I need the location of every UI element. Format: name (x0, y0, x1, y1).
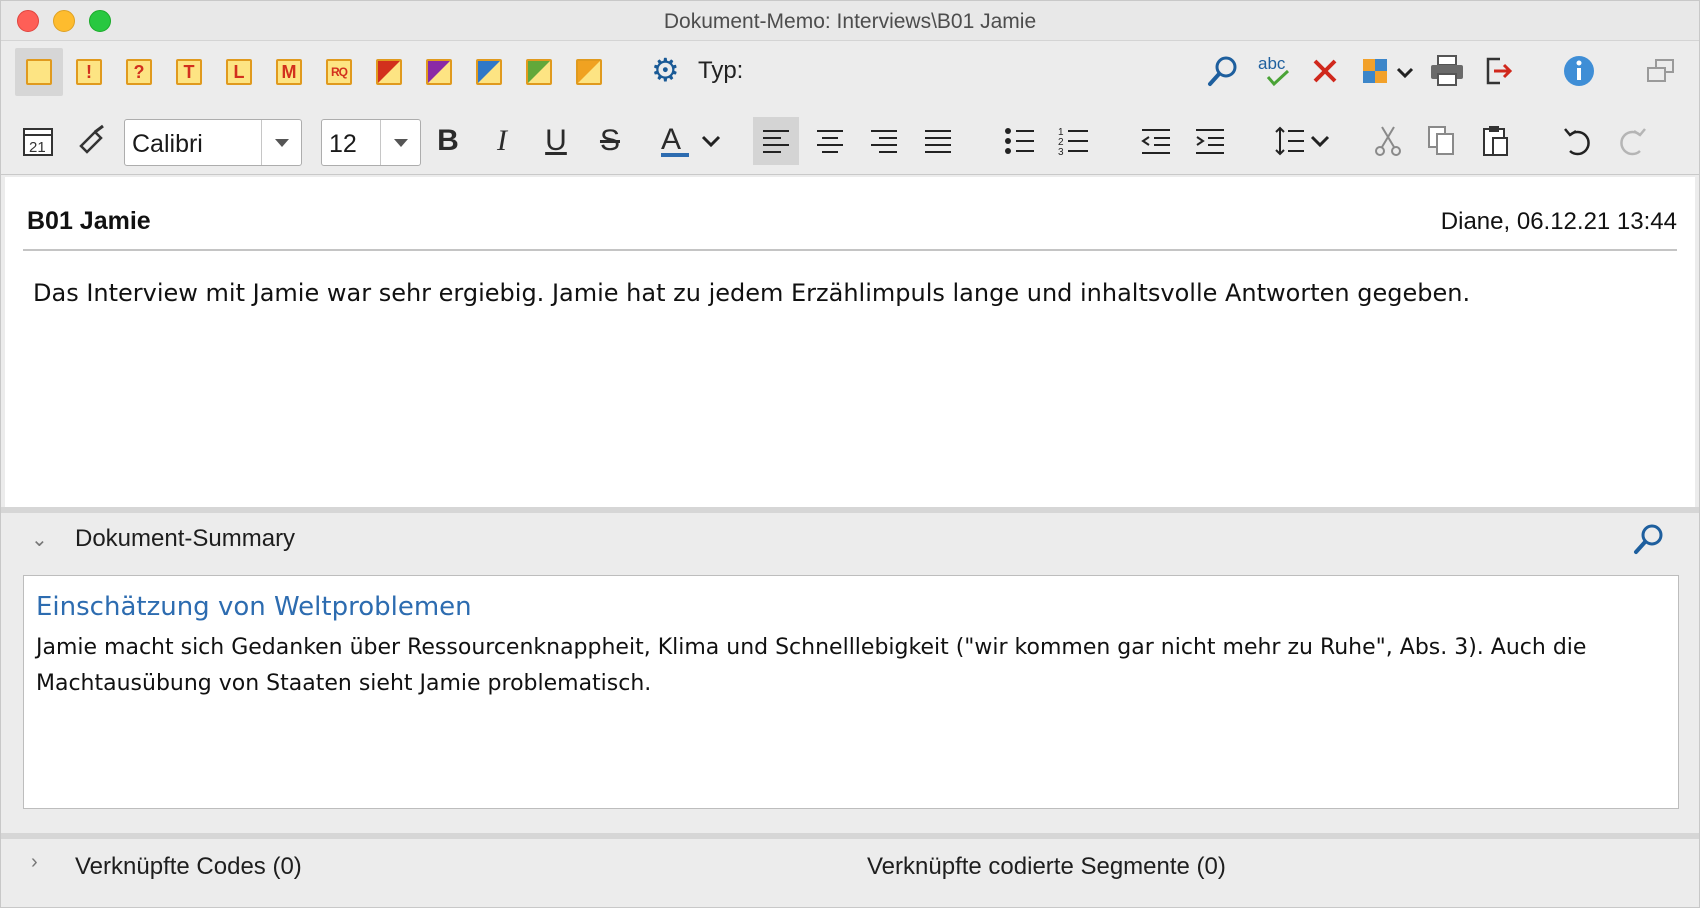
summary-heading: Einschätzung von Weltproblemen (36, 592, 472, 622)
memo-red-icon (376, 59, 402, 85)
memo-type-toolbar: ! ? T L M RQ ⚙ Typ: abc (1, 41, 1699, 101)
chevron-down-icon[interactable] (380, 120, 420, 165)
summary-content[interactable]: Einschätzung von Weltproblemen Jamie mac… (23, 575, 1679, 809)
memo-body-text[interactable]: Das Interview mit Jamie war sehr ergiebi… (33, 279, 1675, 307)
search-icon[interactable] (1203, 51, 1243, 91)
linked-segments-label[interactable]: Verknüpfte codierte Segmente (0) (867, 853, 1226, 881)
svg-text:3: 3 (1058, 147, 1064, 157)
memo-method-icon: M (276, 59, 302, 85)
svg-text:21: 21 (29, 139, 46, 156)
chevron-right-icon[interactable]: › (31, 851, 38, 874)
memo-type-red-button[interactable] (365, 48, 413, 96)
undo-icon[interactable] (1555, 117, 1601, 165)
bold-button[interactable]: B (425, 117, 471, 165)
calendar-icon[interactable]: 21 (15, 117, 61, 165)
memo-question-icon: ? (126, 59, 152, 85)
chevron-down-icon[interactable]: ⌄ (31, 527, 48, 552)
align-center-button[interactable] (807, 117, 853, 165)
memo-type-method-button[interactable]: M (265, 48, 313, 96)
svg-text:A: A (661, 123, 681, 156)
font-size-value: 12 (329, 130, 357, 158)
window-title: Dokument-Memo: Interviews\B01 Jamie (663, 10, 1037, 33)
indent-button[interactable] (1187, 117, 1233, 165)
summary-text: Jamie macht sich Gedanken über Ressource… (36, 635, 1587, 696)
summary-section-title[interactable]: Dokument-Summary (75, 525, 295, 553)
memo-author-date: Diane, 06.12.21 13:44 (1440, 208, 1677, 235)
strikethrough-button[interactable]: S (587, 117, 633, 165)
title-bar: Dokument-Memo: Interviews\B01 Jamie (1, 1, 1699, 41)
align-left-button[interactable] (753, 117, 799, 165)
font-size-select[interactable]: 12 (321, 119, 421, 166)
memo-orange-icon (576, 59, 602, 85)
memo-type-exclamation-button[interactable]: ! (65, 48, 113, 96)
linked-codes-label[interactable]: Verknüpfte Codes (0) (75, 853, 302, 881)
memo-standard-icon (26, 59, 52, 85)
memo-window: Dokument-Memo: Interviews\B01 Jamie ! ? … (0, 0, 1700, 908)
summary-header: ⌄ Dokument-Summary (1, 513, 1699, 563)
align-right-button[interactable] (861, 117, 907, 165)
memo-type-standard-button[interactable] (15, 48, 63, 96)
memo-title[interactable]: B01 Jamie (27, 207, 151, 236)
window-mode-icon[interactable] (1641, 51, 1681, 91)
memo-type-literature-button[interactable]: L (215, 48, 263, 96)
font-family-value: Calibri (132, 130, 203, 158)
memo-blue-icon (476, 59, 502, 85)
memo-theory-icon: T (176, 59, 202, 85)
format-toolbar: 21 Calibri 12 B I U S A 1 2 3 (1, 109, 1699, 175)
memo-literature-icon: L (226, 59, 252, 85)
bullet-list-button[interactable] (997, 117, 1043, 165)
memo-purple-icon (426, 59, 452, 85)
memo-type-orange-button[interactable] (565, 48, 613, 96)
memo-type-question-button[interactable]: ? (115, 48, 163, 96)
redo-icon[interactable] (1609, 117, 1655, 165)
memo-editor[interactable]: B01 Jamie Diane, 06.12.21 13:44 Das Inte… (5, 177, 1695, 507)
chevron-down-icon[interactable] (261, 120, 301, 165)
underline-button[interactable]: U (533, 117, 579, 165)
search-icon[interactable] (1629, 519, 1669, 559)
numbered-list-button[interactable]: 123 (1051, 117, 1097, 165)
memo-type-theory-button[interactable]: T (165, 48, 213, 96)
paste-icon[interactable] (1473, 117, 1519, 165)
memo-type-green-button[interactable] (515, 48, 563, 96)
memo-green-icon (526, 59, 552, 85)
text-color-button[interactable]: A (653, 117, 723, 165)
memo-type-blue-button[interactable] (465, 48, 513, 96)
link-codes-dropdown-icon[interactable] (1359, 51, 1419, 91)
align-justify-button[interactable] (915, 117, 961, 165)
cut-icon[interactable] (1365, 117, 1411, 165)
format-painter-icon[interactable] (69, 117, 115, 165)
export-icon[interactable] (1479, 51, 1519, 91)
italic-button[interactable]: I (479, 117, 525, 165)
spellcheck-icon[interactable]: abc (1255, 51, 1295, 91)
memo-type-research-question-button[interactable]: RQ (315, 48, 363, 96)
memo-type-purple-button[interactable] (415, 48, 463, 96)
gear-icon[interactable]: ⚙ (651, 51, 680, 89)
svg-text:abc: abc (1258, 54, 1286, 73)
delete-icon[interactable] (1305, 51, 1345, 91)
font-family-select[interactable]: Calibri (124, 119, 302, 166)
line-spacing-button[interactable] (1271, 117, 1337, 165)
divider (23, 249, 1677, 251)
copy-icon[interactable] (1419, 117, 1465, 165)
linked-section: › Verknüpfte Codes (0) Verknüpfte codier… (1, 839, 1699, 907)
memo-exclamation-icon: ! (76, 59, 102, 85)
memo-research-question-icon: RQ (326, 59, 352, 85)
type-label: Typ: (698, 57, 744, 84)
print-icon[interactable] (1427, 51, 1467, 91)
info-icon[interactable] (1559, 51, 1599, 91)
outdent-button[interactable] (1133, 117, 1179, 165)
